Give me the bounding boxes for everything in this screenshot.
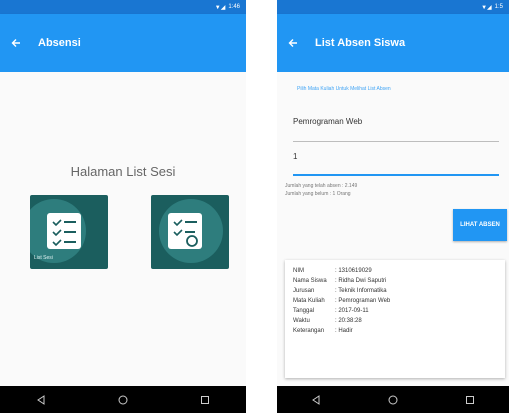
record-key: Nama Siswa [293,278,327,284]
nav-home-icon[interactable] [116,393,130,407]
system-nav-bar [0,386,246,413]
checklist-icon [47,213,81,249]
main-content: Halaman List Sesi List Sesi [0,72,246,386]
phone-screen-list-absen: ▼◢ 1:5 List Absen Siswa Pilih Mata Kulia… [277,0,509,413]
status-bar: ▼◢ 1:46 [0,0,246,14]
list-absen-tile[interactable] [151,195,229,269]
record-key: Waktu [293,318,310,324]
record-row: NIM : 1310619029 [293,268,372,274]
nav-back-icon[interactable] [309,393,323,407]
record-row: Keterangan : Hadir [293,328,353,334]
record-value: : Ridha Dwi Saputri [335,278,387,284]
attendance-counts: Jumlah yang telah absen : 2.149 Jumlah y… [285,182,357,198]
record-key: NIM [293,268,304,274]
course-field[interactable]: Pemrograman Web [293,117,499,142]
record-value: : Hadir [335,328,353,334]
record-row: Waktu : 20:38:28 [293,318,362,324]
record-row: Tanggal : 2017-09-11 [293,308,369,314]
attendance-record-card: NIM : 1310619029 Nama Siswa : Ridha Dwi … [285,260,505,378]
record-row: Jurusan : Teknik Informatika [293,288,387,294]
record-key: Keterangan [293,328,325,334]
lihat-absen-button[interactable]: LIHAT ABSEN [453,209,507,241]
record-value: : 20:38:28 [335,318,362,324]
record-key: Jurusan [293,288,315,294]
status-time: 1:46 [228,4,240,10]
app-bar: Absensi [0,14,246,72]
page-heading: Halaman List Sesi [70,164,176,179]
record-key: Mata Kuliah [293,298,325,304]
count-present: Jumlah yang telah absen : 2.149 [285,183,358,189]
app-bar-title: Absensi [38,37,81,49]
app-bar-title: List Absen Siswa [315,37,406,49]
app-bar: List Absen Siswa [277,14,509,72]
signal-icon: ▼◢ [214,4,226,11]
record-value: : Teknik Informatika [335,288,387,294]
nav-home-icon[interactable] [386,393,400,407]
phone-screen-absensi: ▼◢ 1:46 Absensi Halaman List Sesi List S… [0,0,246,413]
course-hint: Pilih Mata Kuliah Untuk Melihat List Abs… [297,86,391,92]
record-row: Nama Siswa : Ridha Dwi Saputri [293,278,386,284]
back-arrow-icon[interactable] [8,35,24,51]
back-arrow-icon[interactable] [285,35,301,51]
status-bar: ▼◢ 1:5 [277,0,509,14]
system-nav-bar [277,386,509,413]
nav-recents-icon[interactable] [463,393,477,407]
main-content: Pilih Mata Kuliah Untuk Melihat List Abs… [277,72,509,386]
record-value: : Pemrograman Web [335,298,391,304]
nav-recents-icon[interactable] [198,393,212,407]
list-sesi-tile[interactable]: List Sesi [30,195,108,269]
signal-icon: ▼◢ [481,4,492,11]
nav-back-icon[interactable] [34,393,48,407]
tile-label: List Sesi [34,255,53,261]
session-input[interactable]: 1 [293,152,499,176]
record-key: Tanggal [293,308,315,314]
record-value: : 1310619029 [335,268,372,274]
status-time: 1:5 [494,4,503,10]
record-row: Mata Kuliah : Pemrograman Web [293,298,390,304]
record-value: : 2017-09-11 [335,308,369,314]
count-absent: Jumlah yang belum : 1 Orang [285,191,351,197]
checklist-search-icon [168,213,202,249]
